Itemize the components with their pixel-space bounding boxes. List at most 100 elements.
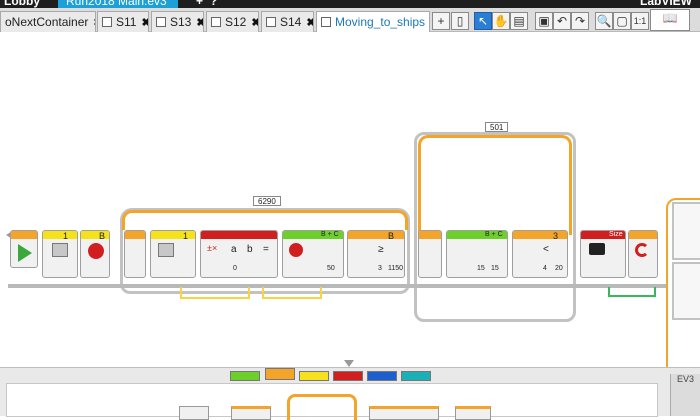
tab-s12[interactable]: S12 ✖ bbox=[206, 11, 259, 32]
palette-wait-block[interactable] bbox=[231, 406, 271, 420]
value-1: 15 bbox=[477, 265, 485, 272]
hardware-page-tab[interactable]: EV3 bbox=[670, 374, 700, 416]
project-tab[interactable]: Run2018 Main.ev3 bbox=[58, 0, 178, 8]
move-tank-block-2[interactable]: B + C 15 15 bbox=[446, 230, 508, 278]
block-strip bbox=[419, 231, 441, 239]
save-button[interactable]: ▣ bbox=[535, 12, 553, 30]
program-icon bbox=[211, 17, 221, 27]
value-2: 1150 bbox=[388, 265, 404, 272]
wait-block-1[interactable]: B ≥ 3 1150 bbox=[347, 230, 405, 278]
input-b[interactable]: b bbox=[247, 244, 253, 255]
block-strip bbox=[125, 231, 145, 239]
close-icon[interactable]: ✖ bbox=[141, 17, 148, 29]
tab-onextcontainer[interactable]: oNextContainer ✖ bbox=[0, 11, 96, 32]
ports-label: B + C bbox=[321, 231, 339, 238]
palette-loop-block[interactable] bbox=[287, 394, 357, 420]
compare-op: < bbox=[543, 244, 549, 255]
program-icon bbox=[266, 17, 276, 27]
loop-start-block-2[interactable] bbox=[418, 230, 442, 278]
close-icon[interactable]: ✖ bbox=[93, 17, 95, 29]
value-2: 20 bbox=[555, 265, 563, 272]
new-comment-button[interactable]: ▯ bbox=[451, 12, 469, 30]
tab-label: oNextContainer bbox=[5, 15, 89, 29]
palette-loop-interrupt-block[interactable] bbox=[455, 406, 491, 420]
wait-block-2[interactable]: 3 < 4 20 bbox=[512, 230, 568, 278]
motor-icon bbox=[88, 243, 104, 259]
close-icon[interactable]: ✖ bbox=[306, 17, 313, 29]
palette-tab-data[interactable] bbox=[333, 371, 363, 381]
tab-s14[interactable]: S14 ✖ bbox=[261, 11, 314, 32]
content-editor-button[interactable]: 📖 bbox=[650, 9, 690, 31]
close-icon[interactable]: ✖ bbox=[251, 17, 258, 29]
palette-tab-myblocks[interactable] bbox=[401, 371, 431, 381]
data-wire-green bbox=[608, 287, 656, 297]
port-label: 3 bbox=[553, 231, 559, 241]
sequence-wire bbox=[8, 284, 668, 288]
loop-start-block[interactable] bbox=[124, 230, 146, 278]
brick-block-2[interactable]: 1 bbox=[150, 230, 196, 278]
undo-button[interactable]: ↶ bbox=[553, 12, 571, 30]
port-label: 1 bbox=[63, 231, 69, 241]
play-icon bbox=[18, 244, 32, 262]
tab-label: S14 bbox=[280, 15, 302, 29]
start-block[interactable] bbox=[10, 230, 38, 268]
add-tab-button[interactable]: + bbox=[432, 12, 450, 30]
program-icon bbox=[102, 17, 112, 27]
close-icon[interactable]: ✖ bbox=[196, 17, 203, 29]
add-project-button[interactable]: + bbox=[196, 0, 203, 8]
pan-tool-button[interactable]: ✋ bbox=[492, 12, 510, 30]
value-label: 0 bbox=[233, 265, 237, 272]
program-tab-bar: oNextContainer ✖ S11 ✖ S13 ✖ S12 ✖ S14 ✖ Movi… bbox=[0, 8, 700, 33]
move-tank-block-1[interactable]: B + C 50 bbox=[282, 230, 344, 278]
math-block[interactable]: ±× a b = 0 bbox=[200, 230, 278, 278]
port-label: 1 bbox=[183, 231, 189, 241]
value-1: 4 bbox=[543, 265, 547, 272]
briefcase-icon bbox=[589, 243, 605, 255]
zoom-in-button[interactable]: 🔍 bbox=[595, 12, 613, 30]
palette-tab-sensor[interactable] bbox=[299, 371, 329, 381]
palette-collapse-icon[interactable] bbox=[344, 360, 354, 367]
switch-case-1[interactable] bbox=[672, 202, 700, 260]
block-strip bbox=[629, 231, 657, 239]
data-wire-yellow-2 bbox=[262, 287, 322, 299]
port-label: B bbox=[388, 231, 395, 241]
size-label: Size bbox=[609, 231, 623, 238]
loop-interrupt-block[interactable] bbox=[628, 230, 658, 278]
program-icon bbox=[156, 17, 166, 27]
lobby-button[interactable]: Lobby bbox=[4, 0, 40, 8]
block-strip bbox=[43, 231, 77, 239]
palette-tab-flow[interactable] bbox=[265, 368, 295, 380]
move-icon bbox=[289, 243, 303, 257]
block-strip bbox=[348, 231, 404, 239]
palette-tab-action[interactable] bbox=[230, 371, 260, 381]
brick-block-1[interactable]: 1 bbox=[42, 230, 78, 278]
zoom-reset-button[interactable]: 1:1 bbox=[631, 12, 649, 30]
palette-switch-block[interactable] bbox=[369, 406, 439, 420]
help-button[interactable]: ? bbox=[210, 0, 217, 8]
block-strip bbox=[11, 231, 37, 239]
motor-block-1[interactable]: B bbox=[80, 230, 110, 278]
my-block[interactable]: Size bbox=[580, 230, 626, 278]
program-icon bbox=[321, 17, 331, 27]
switch-case-2[interactable] bbox=[672, 262, 700, 320]
tab-label: Moving_to_ships bbox=[335, 15, 426, 29]
zoom-out-button[interactable]: ▢ bbox=[613, 12, 631, 30]
sensor-icon bbox=[158, 243, 174, 257]
tab-label: S11 bbox=[116, 15, 137, 29]
redo-button[interactable]: ↷ bbox=[571, 12, 589, 30]
ports-label: B + C bbox=[485, 231, 503, 238]
tab-moving-to-ships[interactable]: Moving_to_ships✖ bbox=[316, 11, 430, 33]
tab-s11[interactable]: S11 ✖ bbox=[97, 11, 149, 32]
palette-start-block[interactable] bbox=[179, 406, 209, 420]
loop-interrupt-icon bbox=[635, 243, 649, 257]
comment-tool-button[interactable]: ▤ bbox=[510, 12, 528, 30]
tab-s13[interactable]: S13 ✖ bbox=[151, 11, 204, 32]
loop-orange-1 bbox=[122, 210, 408, 230]
input-a[interactable]: a bbox=[231, 244, 237, 255]
palette-tab-advanced[interactable] bbox=[367, 371, 397, 381]
loop-count-1: 6290 bbox=[253, 196, 281, 206]
program-canvas[interactable]: 6290 501 1 B 1 ±× a b = 0 B + C 50 B ≥ 3… bbox=[0, 32, 700, 376]
reset-icon bbox=[52, 243, 68, 257]
tab-label: S12 bbox=[225, 15, 247, 29]
pointer-tool-button[interactable]: ↖ bbox=[474, 12, 492, 30]
